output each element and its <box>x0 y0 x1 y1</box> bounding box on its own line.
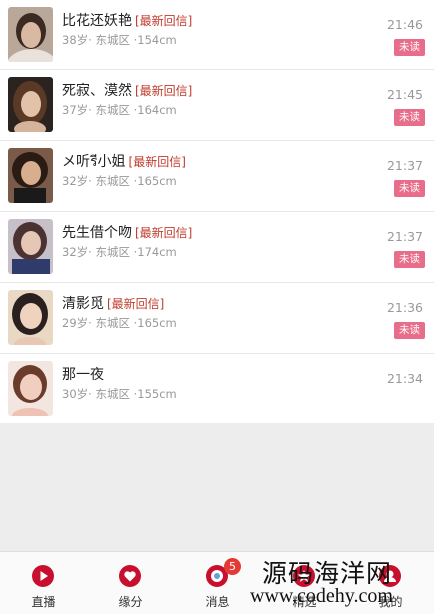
list-item[interactable]: 那一夜 30岁· 东城区 ·155cm 21:34 <box>0 354 434 425</box>
avatar[interactable] <box>8 7 53 62</box>
contact-name: 比花还妖艳 [最新回信] <box>62 13 193 29</box>
list-item[interactable]: 比花还妖艳 [最新回信] 38岁· 东城区 ·154cm 21:46 未读 <box>0 0 434 70</box>
conversation-list: 比花还妖艳 [最新回信] 38岁· 东城区 ·154cm 21:46 未读 死寂、… <box>0 0 434 425</box>
contact-name: 先生借个吻 [最新回信] <box>62 225 193 241</box>
contact-meta: 38岁· 东城区 ·154cm <box>62 33 177 47</box>
contact-meta: 29岁· 东城区 ·165cm <box>62 316 177 330</box>
avatar[interactable] <box>8 219 53 274</box>
avatar[interactable] <box>8 361 53 416</box>
star-icon <box>293 565 315 587</box>
play-icon <box>32 565 54 587</box>
tab-live[interactable]: 直播 <box>0 552 87 614</box>
empty-area <box>0 423 434 551</box>
avatar[interactable] <box>8 290 53 345</box>
tab-label: 我的 <box>378 595 403 609</box>
avatar[interactable] <box>8 148 53 203</box>
contact-meta: 32岁· 东城区 ·165cm <box>62 174 177 188</box>
message-time: 21:37 <box>386 229 423 244</box>
list-item[interactable]: メ听รี小姐 [最新回信] 32岁· 东城区 ·165cm 21:37 未读 <box>0 141 434 212</box>
message-time: 21:34 <box>386 371 423 386</box>
list-item[interactable]: 清影觅 [最新回信] 29岁· 东城区 ·165cm 21:36 未读 <box>0 283 434 354</box>
latest-reply-tag: [最新回信] <box>135 84 193 98</box>
message-time: 21:45 <box>386 87 423 102</box>
message-time: 21:36 <box>386 300 423 315</box>
tab-label: 消息 <box>205 595 230 609</box>
unread-badge: 未读 <box>394 180 425 197</box>
unread-badge: 未读 <box>394 251 425 268</box>
contact-name: 清影觅 [最新回信] <box>62 296 165 312</box>
message-count-badge: 5 <box>224 558 241 575</box>
list-item[interactable]: 先生借个吻 [最新回信] 32岁· 东城区 ·174cm 21:37 未读 <box>0 212 434 283</box>
contact-name: メ听รี小姐 [最新回信] <box>62 154 186 170</box>
tab-label: 精选 <box>292 595 317 609</box>
unread-badge: 未读 <box>394 109 425 126</box>
tab-label: 缘分 <box>118 595 143 609</box>
unread-badge: 未读 <box>394 322 425 339</box>
bottom-tab-bar: 直播 缘分 5 消息 精选 我的 <box>0 551 434 614</box>
contact-meta: 37岁· 东城区 ·164cm <box>62 103 177 117</box>
unread-badge: 未读 <box>394 39 425 56</box>
latest-reply-tag: [最新回信] <box>135 14 193 28</box>
contact-meta: 32岁· 东城区 ·174cm <box>62 245 177 259</box>
tab-featured[interactable]: 精选 <box>261 552 348 614</box>
tab-fate[interactable]: 缘分 <box>87 552 174 614</box>
latest-reply-tag: [最新回信] <box>128 155 186 169</box>
message-time: 21:46 <box>386 17 423 32</box>
heart-icon <box>119 565 141 587</box>
message-time: 21:37 <box>386 158 423 173</box>
tab-me[interactable]: 我的 <box>347 552 434 614</box>
user-icon <box>379 565 401 587</box>
tab-label: 直播 <box>31 595 56 609</box>
latest-reply-tag: [最新回信] <box>107 297 165 311</box>
contact-meta: 30岁· 东城区 ·155cm <box>62 387 177 401</box>
tab-messages[interactable]: 5 消息 <box>174 552 261 614</box>
contact-name: 死寂、漠然 [最新回信] <box>62 83 193 99</box>
list-item[interactable]: 死寂、漠然 [最新回信] 37岁· 东城区 ·164cm 21:45 未读 <box>0 70 434 141</box>
contact-name: 那一夜 <box>62 367 104 383</box>
latest-reply-tag: [最新回信] <box>135 226 193 240</box>
avatar[interactable] <box>8 77 53 132</box>
